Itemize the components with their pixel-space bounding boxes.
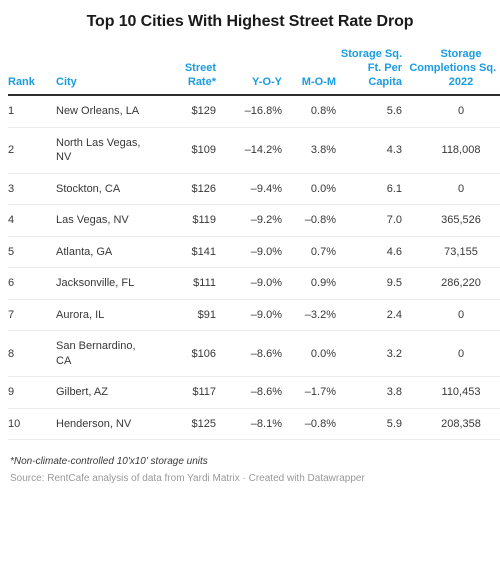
cell-sqft-per-capita: 4.3	[340, 127, 406, 174]
cell-yoy: –16.8%	[220, 95, 286, 128]
cell-city: Gilbert, AZ	[56, 376, 154, 409]
table-row: 4 Las Vegas, NV $119 –9.2% –0.8% 7.0 365…	[8, 204, 500, 237]
cell-mom: 0.9%	[286, 267, 340, 300]
cell-mom: –1.7%	[286, 376, 340, 409]
table-row: 2 North Las Vegas, NV $109 –14.2% 3.8% 4…	[8, 127, 500, 174]
cell-completions: 73,155	[406, 236, 500, 269]
cell-sqft-per-capita: 9.5	[340, 267, 406, 300]
cell-completions: 365,526	[406, 204, 500, 237]
table-row: 1 New Orleans, LA $129 –16.8% 0.8% 5.6 0	[8, 95, 500, 128]
cell-yoy: –9.4%	[220, 173, 286, 206]
cell-city: Jacksonville, FL	[56, 267, 154, 300]
cell-yoy: –9.0%	[220, 267, 286, 300]
cell-mom: 0.0%	[286, 173, 340, 206]
cell-city: Aurora, IL	[56, 299, 154, 332]
cell-completions: 118,008	[406, 127, 500, 174]
cell-completions: 286,220	[406, 267, 500, 300]
cell-mom: –0.8%	[286, 204, 340, 237]
cell-city: North Las Vegas, NV	[56, 127, 154, 174]
cell-street-rate: $119	[154, 204, 220, 237]
column-header-yoy: Y-O-Y	[220, 48, 286, 97]
cell-sqft-per-capita: 5.9	[340, 408, 406, 441]
cell-rank: 4	[8, 204, 56, 237]
cell-mom: 3.8%	[286, 127, 340, 174]
cell-street-rate: $126	[154, 173, 220, 206]
cell-rank: 8	[8, 330, 56, 378]
cell-city: Stockton, CA	[56, 173, 154, 206]
cell-rank: 1	[8, 95, 56, 128]
cell-yoy: –8.6%	[220, 376, 286, 409]
cell-completions: 110,453	[406, 376, 500, 409]
cell-rank: 9	[8, 376, 56, 409]
column-header-street-rate: Street Rate*	[154, 48, 220, 97]
cell-yoy: –14.2%	[220, 127, 286, 174]
footnote-text: *Non-climate-controlled 10'x10' storage …	[10, 456, 208, 468]
cell-street-rate: $106	[154, 330, 220, 378]
cell-sqft-per-capita: 6.1	[340, 173, 406, 206]
table-header: Rank City Street Rate* Y-O-Y M-O-M Stora…	[8, 48, 500, 97]
table-row: 9 Gilbert, AZ $117 –8.6% –1.7% 3.8 110,4…	[8, 376, 500, 409]
table-body: 1 New Orleans, LA $129 –16.8% 0.8% 5.6 0…	[8, 95, 500, 441]
cell-street-rate: $125	[154, 408, 220, 441]
cell-rank: 6	[8, 267, 56, 300]
table-row: 7 Aurora, IL $91 –9.0% –3.2% 2.4 0	[8, 299, 500, 332]
cell-street-rate: $109	[154, 127, 220, 174]
street-rate-table: Rank City Street Rate* Y-O-Y M-O-M Stora…	[8, 48, 500, 441]
cell-rank: 10	[8, 408, 56, 441]
cell-mom: 0.7%	[286, 236, 340, 269]
cell-completions: 208,358	[406, 408, 500, 441]
cell-completions: 0	[406, 299, 500, 332]
page-title: Top 10 Cities With Highest Street Rate D…	[86, 13, 414, 30]
column-header-city: City	[56, 48, 154, 97]
cell-city: San Bernardino, CA	[56, 330, 154, 378]
cell-completions: 0	[406, 95, 500, 128]
cell-sqft-per-capita: 3.8	[340, 376, 406, 409]
column-header-completions: Storage Completions Sq. Ft. 2022	[406, 48, 500, 97]
cell-yoy: –8.1%	[220, 408, 286, 441]
cell-rank: 3	[8, 173, 56, 206]
source-text: Source: RentCafe analysis of data from Y…	[10, 473, 365, 485]
cell-street-rate: $129	[154, 95, 220, 128]
cell-completions: 0	[406, 330, 500, 378]
cell-rank: 2	[8, 127, 56, 174]
cell-sqft-per-capita: 2.4	[340, 299, 406, 332]
cell-street-rate: $117	[154, 376, 220, 409]
cell-city: Las Vegas, NV	[56, 204, 154, 237]
cell-mom: –3.2%	[286, 299, 340, 332]
column-header-sqft-per-capita: Storage Sq. Ft. Per Capita	[340, 48, 406, 97]
cell-street-rate: $111	[154, 267, 220, 300]
cell-completions: 0	[406, 173, 500, 206]
cell-city: Atlanta, GA	[56, 236, 154, 269]
cell-street-rate: $91	[154, 299, 220, 332]
table-row: 5 Atlanta, GA $141 –9.0% 0.7% 4.6 73,155	[8, 236, 500, 269]
cell-mom: 0.0%	[286, 330, 340, 378]
cell-yoy: –8.6%	[220, 330, 286, 378]
cell-yoy: –9.0%	[220, 299, 286, 332]
cell-yoy: –9.0%	[220, 236, 286, 269]
cell-mom: 0.8%	[286, 95, 340, 128]
cell-sqft-per-capita: 5.6	[340, 95, 406, 128]
chart-container: Top 10 Cities With Highest Street Rate D…	[0, 0, 500, 570]
cell-mom: –0.8%	[286, 408, 340, 441]
cell-sqft-per-capita: 4.6	[340, 236, 406, 269]
cell-rank: 5	[8, 236, 56, 269]
table-row: 6 Jacksonville, FL $111 –9.0% 0.9% 9.5 2…	[8, 267, 500, 300]
table-row: 8 San Bernardino, CA $106 –8.6% 0.0% 3.2…	[8, 330, 500, 378]
cell-rank: 7	[8, 299, 56, 332]
table-header-row: Rank City Street Rate* Y-O-Y M-O-M Stora…	[8, 48, 500, 97]
cell-city: New Orleans, LA	[56, 95, 154, 128]
cell-street-rate: $141	[154, 236, 220, 269]
cell-city: Henderson, NV	[56, 408, 154, 441]
column-header-rank: Rank	[8, 48, 56, 97]
column-header-mom: M-O-M	[286, 48, 340, 97]
table-row: 10 Henderson, NV $125 –8.1% –0.8% 5.9 20…	[8, 408, 500, 441]
cell-sqft-per-capita: 3.2	[340, 330, 406, 378]
table-row: 3 Stockton, CA $126 –9.4% 0.0% 6.1 0	[8, 173, 500, 206]
cell-yoy: –9.2%	[220, 204, 286, 237]
footnotes: *Non-climate-controlled 10'x10' storage …	[8, 454, 492, 487]
cell-sqft-per-capita: 7.0	[340, 204, 406, 237]
